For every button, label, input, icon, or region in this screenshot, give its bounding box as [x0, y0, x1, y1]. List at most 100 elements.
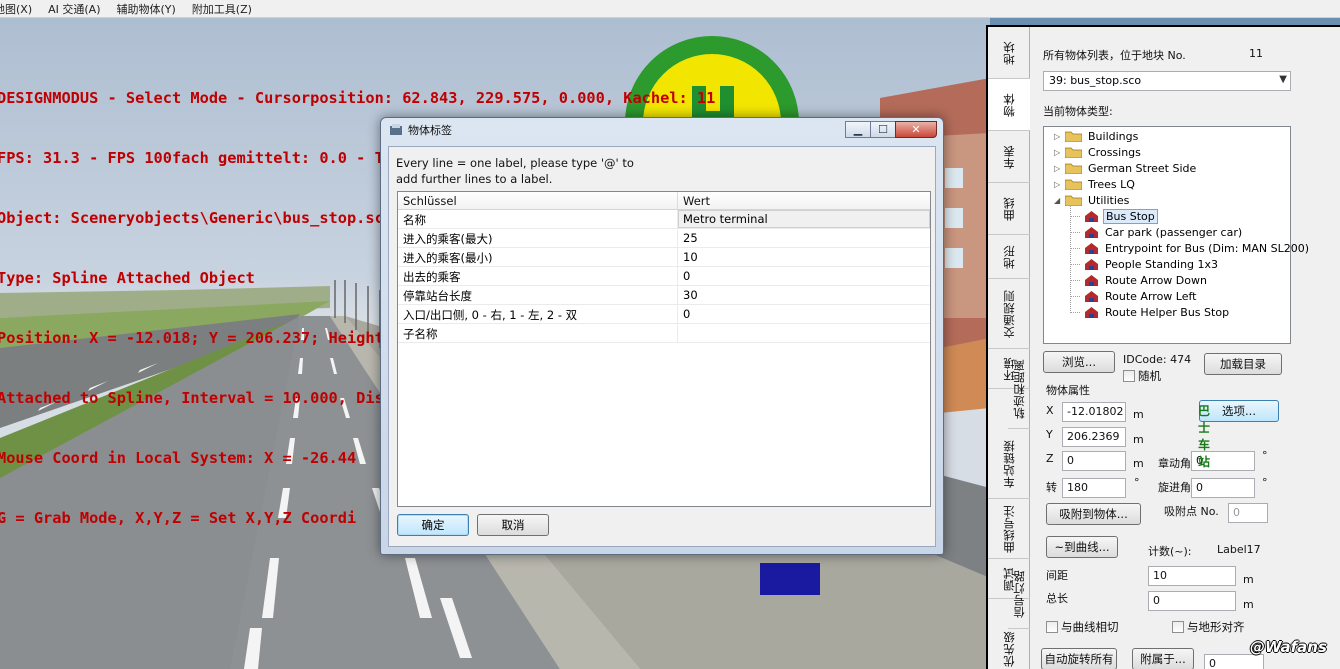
degree-label: °	[1134, 476, 1140, 489]
menu-extra-tools[interactable]: 附加工具(Z)	[184, 1, 260, 17]
tab-splines[interactable]: 曲线	[988, 183, 1030, 235]
tab-traffic-rules[interactable]: 交通规则	[988, 279, 1030, 349]
tab-spline-numbers[interactable]: 曲线号注	[988, 499, 1030, 559]
z-field[interactable]: 0	[1062, 451, 1126, 471]
tangent-to-spline-checkbox[interactable]: 与曲线相切	[1046, 619, 1119, 635]
menu-map[interactable]: 地图(X)	[0, 1, 40, 17]
tree-item-route-arrow-left[interactable]: Route Arrow Left	[1084, 289, 1198, 304]
row-value-input[interactable]	[678, 324, 930, 342]
table-row[interactable]: 子名称	[398, 324, 930, 343]
degree-label: °	[1262, 449, 1268, 462]
row-value-input[interactable]: 0	[678, 305, 930, 323]
tab-signal-routes[interactable]: 信号灯路	[1008, 559, 1030, 629]
dialog-hint: Every line = one label, please type '@' …	[396, 156, 634, 186]
panel-content: 所有物体列表，位于地块 No. 11 39: bus_stop.sco ▼ 当前…	[1034, 27, 1340, 669]
table-row[interactable]: 名称 Metro terminal	[398, 210, 930, 229]
tree-item-bus-stop[interactable]: Bus Stop	[1084, 209, 1158, 224]
tab-station-links[interactable]: 车站链接	[988, 429, 1030, 499]
app-icon	[390, 124, 402, 135]
collapse-icon[interactable]: ◢	[1054, 196, 1063, 205]
ok-button[interactable]: 确定	[397, 514, 469, 536]
browse-button[interactable]: 浏览...	[1043, 351, 1115, 373]
row-key: 名称	[398, 210, 678, 228]
y-field[interactable]: 206.2369	[1062, 427, 1126, 447]
snap-to-object-button[interactable]: 吸附到物体...	[1046, 503, 1141, 525]
expand-icon[interactable]: ▷	[1054, 132, 1063, 141]
object-props-label: 物体属性	[1046, 384, 1090, 397]
tab-priority[interactable]: 优先级	[988, 629, 1030, 669]
total-length-label: 总长	[1046, 592, 1068, 605]
x-field[interactable]: -12.01802	[1062, 402, 1126, 422]
unit-label: m	[1133, 433, 1144, 446]
snap-point-label: 吸附点 No.	[1164, 505, 1219, 518]
object-icon	[1085, 227, 1098, 238]
menu-ai-traffic[interactable]: AI 交通(A)	[40, 1, 108, 17]
pitch-label: 章动角	[1158, 457, 1191, 470]
tab-tile[interactable]: 地块	[988, 27, 1030, 79]
row-value-input[interactable]: 10	[678, 248, 930, 266]
tab-terrain[interactable]: 地形	[988, 235, 1030, 279]
to-spline-button[interactable]: ~到曲线...	[1046, 536, 1118, 558]
tree-folder-utilities[interactable]: ◢ Utilities	[1054, 193, 1131, 208]
yaw-label: 旋进角	[1158, 481, 1191, 494]
attach-to-button[interactable]: 附属于...	[1132, 648, 1194, 669]
cancel-button[interactable]: 取消	[477, 514, 549, 536]
tree-item-people-standing[interactable]: People Standing 1x3	[1084, 257, 1220, 272]
row-value-input[interactable]: 30	[678, 286, 930, 304]
snap-point-field[interactable]: 0	[1228, 503, 1268, 523]
maximize-icon[interactable]: ☐	[870, 121, 896, 138]
row-key: 进入的乘客(最大)	[398, 229, 678, 247]
row-key: 进入的乘客(最小)	[398, 248, 678, 266]
attach-field[interactable]: 0	[1204, 654, 1264, 669]
tree-item-entrypoint-bus[interactable]: Entrypoint for Bus (Dim: MAN SL200)	[1084, 241, 1311, 256]
auto-rotate-all-button[interactable]: 自动旋转所有	[1041, 648, 1117, 669]
column-header-value[interactable]: Wert	[678, 192, 715, 209]
total-length-field[interactable]: 0	[1148, 591, 1236, 611]
tree-item-route-helper-bus-stop[interactable]: Route Helper Bus Stop	[1084, 305, 1231, 320]
column-header-key[interactable]: Schlüssel	[398, 192, 678, 209]
tile-number: 11	[1249, 47, 1263, 60]
tab-paths-distance[interactable]: 轨迹和距离	[1008, 349, 1030, 429]
object-select[interactable]: 39: bus_stop.sco ▼	[1043, 71, 1291, 91]
load-directory-button[interactable]: 加载目录	[1204, 353, 1282, 375]
tree-item-car-park[interactable]: Car park (passenger car)	[1084, 225, 1244, 240]
interval-field[interactable]: 10	[1148, 566, 1236, 586]
tree-item-route-arrow-down[interactable]: Route Arrow Down	[1084, 273, 1209, 288]
table-row[interactable]: 停靠站台长度 30	[398, 286, 930, 305]
expand-icon[interactable]: ▷	[1054, 148, 1063, 157]
row-key: 出去的乘客	[398, 267, 678, 285]
row-value-input[interactable]: Metro terminal	[678, 210, 930, 228]
z-label: Z	[1046, 452, 1054, 465]
table-row[interactable]: 入口/出口侧, 0 - 右, 1 - 左, 2 - 双 0	[398, 305, 930, 324]
expand-icon[interactable]: ▷	[1054, 180, 1063, 189]
y-label: Y	[1046, 428, 1053, 441]
yaw-field[interactable]: 0	[1191, 478, 1255, 498]
tab-timetable[interactable]: 车表	[988, 131, 1030, 183]
checkbox-icon	[1123, 370, 1135, 382]
object-type-tree[interactable]: ▷ Buildings ▷ Crossings ▷ German Street …	[1043, 126, 1309, 344]
row-value-input[interactable]: 25	[678, 229, 930, 247]
rotation-field[interactable]: 180	[1062, 478, 1126, 498]
table-row[interactable]: 出去的乘客 0	[398, 267, 930, 286]
table-row[interactable]: 进入的乘客(最小) 10	[398, 248, 930, 267]
tree-folder-german-street-side[interactable]: ▷ German Street Side	[1054, 161, 1198, 176]
key-value-table[interactable]: Schlüssel Wert 名称 Metro terminal 进入的乘客(最…	[397, 191, 931, 507]
close-icon[interactable]: ✕	[895, 121, 937, 138]
expand-icon[interactable]: ▷	[1054, 164, 1063, 173]
tree-folder-crossings[interactable]: ▷ Crossings	[1054, 145, 1143, 160]
align-to-terrain-checkbox[interactable]: 与地形对齐	[1172, 619, 1245, 635]
menu-bar: 地图(X) AI 交通(A) 辅助物体(Y) 附加工具(Z)	[0, 0, 1340, 18]
tab-objects[interactable]: 物体	[988, 79, 1030, 131]
bus-stop-preview-text: 巴士车站	[1198, 404, 1212, 469]
unit-label: m	[1243, 573, 1254, 586]
tree-folder-buildings[interactable]: ▷ Buildings	[1054, 129, 1140, 144]
menu-helper-objects[interactable]: 辅助物体(Y)	[109, 1, 184, 17]
folder-icon	[1065, 179, 1082, 190]
minimize-icon[interactable]: ▁	[845, 121, 871, 138]
row-value-input[interactable]: 0	[678, 267, 930, 285]
vertical-tabs: 地块 物体 车表 曲线 地形 交通规则 环境 轨迹和距离 车站链接 曲线号注 调…	[988, 27, 1030, 669]
random-checkbox[interactable]: 随机	[1123, 368, 1161, 384]
table-row[interactable]: 进入的乘客(最大) 25	[398, 229, 930, 248]
tree-folder-trees-lq[interactable]: ▷ Trees LQ	[1054, 177, 1137, 192]
tree-line	[1070, 216, 1080, 217]
